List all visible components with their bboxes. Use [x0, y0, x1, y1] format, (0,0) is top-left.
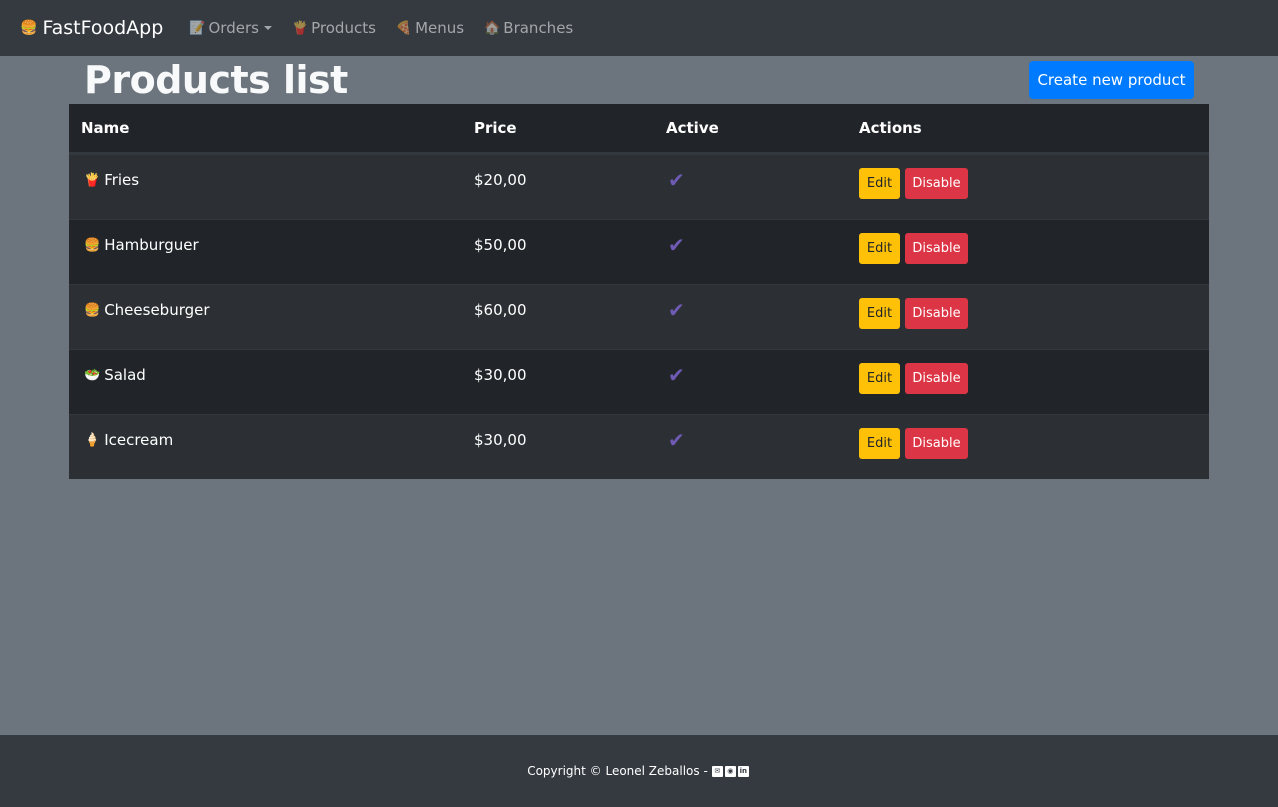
nav-products-label: Products: [311, 19, 376, 37]
edit-button[interactable]: Edit: [859, 363, 900, 394]
disable-button[interactable]: Disable: [905, 298, 968, 329]
product-price: $60,00: [474, 301, 527, 319]
copyright-text: Copyright © Leonel Zeballos -: [527, 764, 708, 778]
product-price: $30,00: [474, 366, 527, 384]
table-row: 🍦 Icecream $30,00 ✔ Edit Disable: [69, 414, 1209, 479]
edit-button[interactable]: Edit: [859, 298, 900, 329]
product-price: $20,00: [474, 171, 527, 189]
mail-icon[interactable]: ✉: [711, 765, 723, 777]
product-name-cell: 🍦 Icecream: [69, 415, 474, 449]
product-name: Icecream: [104, 431, 174, 449]
check-icon: ✔: [668, 428, 685, 452]
table-row: 🥗 Salad $30,00 ✔ Edit Disable: [69, 349, 1209, 414]
brand-label: FastFoodApp: [42, 17, 164, 39]
actions-cell: Edit Disable: [859, 415, 1209, 459]
nav-menus-label: Menus: [415, 19, 465, 37]
check-icon: ✔: [668, 168, 685, 192]
disable-button[interactable]: Disable: [905, 363, 968, 394]
header-active: Active: [666, 119, 719, 137]
pizza-icon: 🍕: [395, 20, 413, 36]
header-name: Name: [81, 119, 130, 137]
memo-icon: 📝: [189, 20, 206, 36]
fries-icon: 🍟: [291, 20, 309, 36]
table-header: Name Price Active Actions: [69, 104, 1209, 154]
product-name-cell: 🥗 Salad: [69, 350, 474, 384]
edit-button[interactable]: Edit: [859, 233, 900, 264]
actions-cell: Edit Disable: [859, 285, 1209, 329]
disable-button[interactable]: Disable: [905, 428, 968, 459]
check-icon: ✔: [668, 233, 685, 257]
product-name: Hamburguer: [104, 236, 199, 254]
nav-products[interactable]: 🍟 Products: [292, 19, 376, 37]
disable-button[interactable]: Disable: [905, 168, 968, 199]
product-price: $50,00: [474, 236, 527, 254]
header-price: Price: [474, 119, 517, 137]
create-product-button[interactable]: Create new product: [1029, 61, 1194, 99]
product-name-cell: 🍔 Cheeseburger: [69, 285, 474, 319]
product-name: Salad: [104, 366, 146, 384]
caret-down-icon: [263, 26, 272, 30]
product-name: Fries: [104, 171, 140, 189]
house-icon: 🏠: [484, 20, 501, 36]
social-links: ✉ ◉ in: [711, 765, 751, 777]
check-icon: ✔: [668, 298, 685, 322]
table-row: 🍔 Hamburguer $50,00 ✔ Edit Disable: [69, 219, 1209, 284]
github-icon[interactable]: ◉: [724, 765, 736, 777]
edit-button[interactable]: Edit: [859, 168, 900, 199]
burger-icon: 🍔: [20, 20, 38, 36]
check-icon: ✔: [668, 363, 685, 387]
footer: Copyright © Leonel Zeballos - ✉ ◉ in: [0, 735, 1278, 807]
nav-menus[interactable]: 🍕 Menus: [396, 19, 464, 37]
brand-link[interactable]: 🍔 FastFoodApp: [20, 17, 163, 39]
products-table: Name Price Active Actions 🍟 Fries $20,00…: [69, 104, 1209, 479]
linkedin-icon[interactable]: in: [737, 765, 749, 777]
nav-orders-label: Orders: [208, 19, 259, 37]
product-name-cell: 🍔 Hamburguer: [69, 220, 474, 254]
navbar: 🍔 FastFoodApp 📝 Orders 🍟 Products 🍕 Menu…: [0, 0, 1278, 56]
header-actions: Actions: [859, 119, 922, 137]
product-price: $30,00: [474, 431, 527, 449]
nav-branches-label: Branches: [503, 19, 574, 37]
table-row: 🍔 Cheeseburger $60,00 ✔ Edit Disable: [69, 284, 1209, 349]
burger-icon: 🍔: [84, 237, 101, 253]
nav-orders-dropdown[interactable]: 📝 Orders: [189, 19, 272, 37]
actions-cell: Edit Disable: [859, 220, 1209, 264]
actions-cell: Edit Disable: [859, 155, 1209, 199]
product-name: Cheeseburger: [104, 301, 210, 319]
product-name-cell: 🍟 Fries: [69, 155, 474, 189]
page-title: Products list: [84, 58, 348, 102]
salad-icon: 🥗: [84, 367, 101, 383]
nav-branches[interactable]: 🏠 Branches: [484, 19, 573, 37]
edit-button[interactable]: Edit: [859, 428, 900, 459]
burger-icon: 🍔: [84, 302, 101, 318]
disable-button[interactable]: Disable: [905, 233, 968, 264]
actions-cell: Edit Disable: [859, 350, 1209, 394]
icecream-icon: 🍦: [84, 432, 101, 448]
fries-icon: 🍟: [84, 172, 101, 188]
table-row: 🍟 Fries $20,00 ✔ Edit Disable: [69, 154, 1209, 219]
